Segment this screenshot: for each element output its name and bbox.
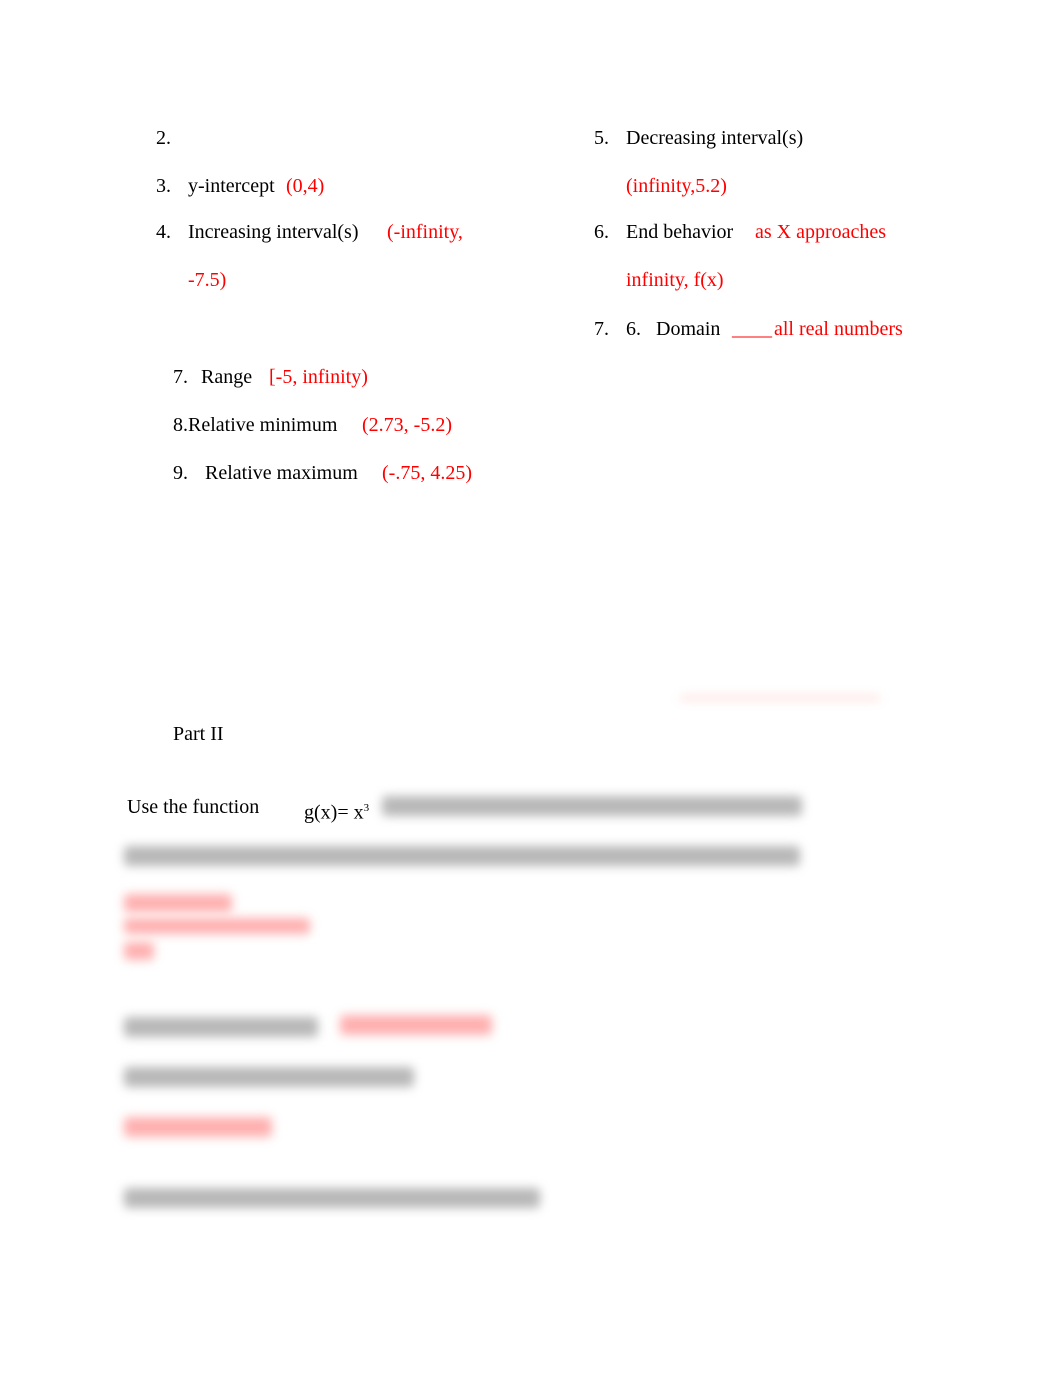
q9-number: 9. xyxy=(173,462,188,484)
q4-answer-line2: -7.5) xyxy=(188,269,227,291)
q7-right-number: 7. xyxy=(594,318,609,340)
q3-number: 3. xyxy=(156,175,171,197)
q4-label: Increasing interval(s) xyxy=(188,221,359,243)
blurred-answer xyxy=(124,894,232,912)
q7-sub-number: 6. xyxy=(626,318,641,340)
blurred-answer xyxy=(124,918,310,934)
relative-minimum-label: 8.Relative minimum xyxy=(173,414,338,436)
end-behavior-label: End behavior xyxy=(626,221,734,243)
domain-label: Domain xyxy=(656,318,721,340)
document-page: 2. 3. y-intercept (0,4) 4. Increasing in… xyxy=(0,0,1062,1376)
q4-answer-line1: (-infinity, xyxy=(387,221,463,243)
q6-number: 6. xyxy=(594,221,609,243)
q4-number: 4. xyxy=(156,221,171,243)
domain-blank: ____ xyxy=(732,318,772,340)
end-behavior-answer-line2: infinity, f(x) xyxy=(626,269,724,291)
end-behavior-answer-line1: as X approaches xyxy=(755,221,887,243)
q5-number: 5. xyxy=(594,127,609,149)
blurred-text xyxy=(124,1067,414,1087)
function-text: g(x)= x xyxy=(304,801,364,824)
decreasing-answer: (infinity,5.2) xyxy=(626,175,727,197)
relative-maximum-answer: (-.75, 4.25) xyxy=(382,462,472,484)
part2-heading: Part II xyxy=(173,723,224,745)
relative-minimum-answer: (2.73, -5.2) xyxy=(362,414,452,436)
q2-number: 2. xyxy=(156,127,171,149)
decreasing-label: Decreasing interval(s) xyxy=(626,127,804,149)
range-answer: [-5, infinity) xyxy=(269,366,368,388)
function-exponent: 3 xyxy=(363,802,370,814)
q3-label: y-intercept xyxy=(188,175,275,197)
function-expression: g(x)= x3 xyxy=(304,796,369,825)
blurred-answer xyxy=(124,942,154,960)
blurred-line xyxy=(680,696,880,700)
blurred-text xyxy=(124,1188,540,1208)
part2-intro: Use the function xyxy=(127,796,260,818)
blurred-text xyxy=(124,1017,318,1037)
blurred-text xyxy=(124,846,800,866)
blurred-answer xyxy=(340,1015,492,1035)
q3-answer: (0,4) xyxy=(286,175,325,197)
blurred-answer xyxy=(124,1117,272,1137)
relative-maximum-label: Relative maximum xyxy=(205,462,358,484)
blurred-text xyxy=(382,796,802,816)
domain-answer: all real numbers xyxy=(774,318,903,340)
range-label: Range xyxy=(201,366,253,388)
q7-left-number: 7. xyxy=(173,366,188,388)
